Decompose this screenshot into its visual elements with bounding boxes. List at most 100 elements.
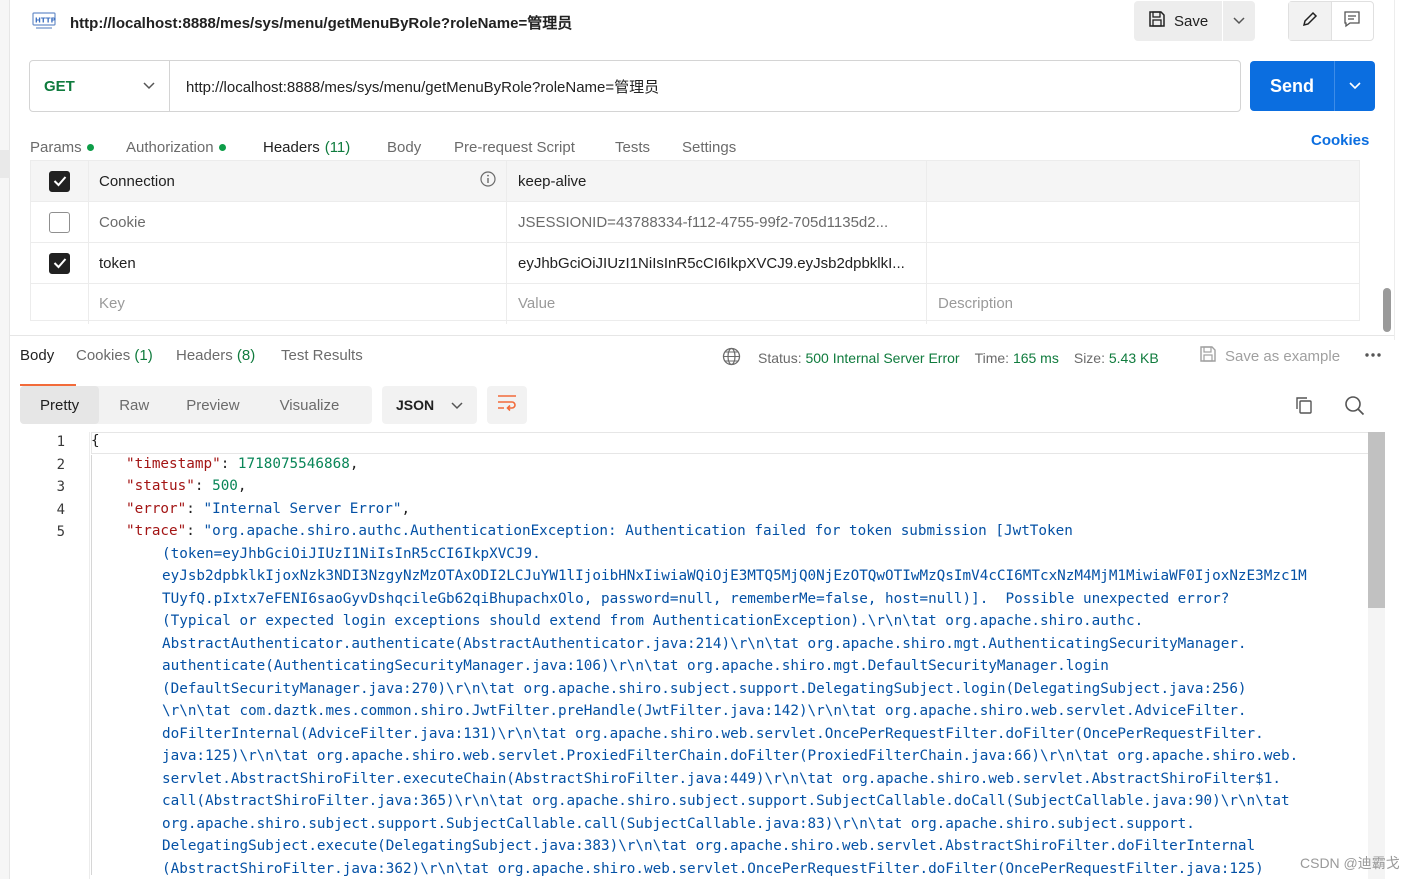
code-wrap-line: (token=eyJhbGciOiJIUzI1NiIsInR5cCI6IkpXV… [162,546,541,562]
json-key: "timestamp" [126,456,221,472]
header-description[interactable] [927,161,1359,201]
size-value[interactable]: 5.43 KB [1109,350,1159,366]
time-value[interactable]: 165 ms [1013,350,1059,366]
code-line: "error": "Internal Server Error", [126,501,411,517]
json-string: "Internal Server Error" [203,501,402,517]
tab-label: Pre-request Script [454,138,575,156]
raw-button[interactable]: Raw [99,386,166,424]
tab-body[interactable]: Body [387,132,454,162]
tab-label: Settings [682,138,737,156]
line-number: 4 [56,502,65,518]
status-value[interactable]: 500 Internal Server Error [805,350,959,366]
more-options-icon[interactable] [1363,345,1383,370]
tab-count: (11) [324,138,351,156]
save-button[interactable]: Save [1134,1,1222,41]
header-value[interactable]: keep-alive [507,161,927,201]
value-placeholder[interactable]: Value [507,283,927,324]
tab-label: Authorization [126,138,214,156]
preview-button[interactable]: Preview [166,386,259,424]
method-select[interactable]: GET [30,61,170,111]
format-label: JSON [396,397,435,413]
code-scrollbar-thumb[interactable] [1368,432,1385,608]
send-button[interactable]: Send [1250,76,1334,97]
left-sidebar-edge [0,0,10,879]
header-key[interactable]: token [89,243,507,283]
tab-label: Body [387,138,422,156]
response-tabs: Body Cookies (1) Headers (8) Test Result… [20,347,381,386]
code-wrap-line: doFilterInternal(AdviceFilter.java:131)\… [162,726,1264,742]
tab-authorization[interactable]: Authorization [126,132,263,162]
tab-headers[interactable]: Headers (11) [263,132,392,170]
cookies-link[interactable]: Cookies [1311,132,1369,149]
tab-response-body[interactable]: Body [20,347,76,386]
edit-button[interactable] [1289,2,1332,40]
send-dropdown-button[interactable] [1335,77,1375,95]
table-row: token eyJhbGciOiJIUzI1NiIsInR5cCI6IkpXVC… [31,243,1359,284]
tab-pre-request-script[interactable]: Pre-request Script [454,132,615,162]
view-mode-segment: Pretty Raw Preview Visualize [20,386,372,424]
tab-tests[interactable]: Tests [615,132,682,162]
code-line: "trace": "org.apache.shiro.authc.Authent… [126,523,1073,539]
method-label: GET [44,77,75,95]
globe-icon[interactable] [722,347,741,369]
response-code-editor[interactable]: 1 2 3 4 5 { "timestamp": 1718075546868, … [20,432,1368,879]
save-icon [1148,10,1166,32]
comments-button[interactable] [1332,2,1374,40]
chevron-down-icon [143,77,155,95]
table-row-new: Key Value Description [31,283,1359,324]
header-checkbox[interactable] [49,170,70,192]
code-wrap-line: call(AbstractShiroFilter.java:365)\r\n\t… [162,793,1290,809]
tab-label: Cookies [76,347,131,364]
tab-label: Body [20,347,55,364]
wrap-lines-button[interactable] [487,386,527,424]
tab-response-cookies[interactable]: Cookies (1) [76,347,176,377]
save-dropdown-button[interactable] [1223,1,1255,41]
header-value[interactable]: JSESSIONID=43788334-f112-4755-99f2-705d1… [507,202,927,242]
json-key: "error" [126,501,187,517]
tab-settings[interactable]: Settings [682,132,762,162]
header-description[interactable] [927,202,1359,242]
header-key[interactable]: Cookie [89,202,507,242]
format-select[interactable]: JSON [382,386,477,424]
wrap-icon [496,393,518,418]
code-wrap-line: AbstractAuthenticator.authenticate(Abstr… [162,636,1247,652]
header-key[interactable]: Connection [99,173,175,190]
copy-icon[interactable] [1294,395,1314,420]
header-checkbox[interactable] [49,211,70,233]
header-value[interactable]: eyJhbGciOiJIUzI1NiIsInR5cCI6IkpXVCJ9.eyJ… [507,243,927,283]
save-as-example-button[interactable]: Save as example [1199,345,1340,367]
code-wrap-line: DelegatingSubject.execute(DelegatingSubj… [162,838,1256,854]
url-input[interactable]: http://localhost:8888/mes/sys/menu/getMe… [170,76,659,97]
chevron-down-icon [451,397,463,413]
save-icon [1199,345,1217,367]
description-placeholder[interactable]: Description [927,283,1359,324]
status-dot [86,143,94,151]
search-icon[interactable] [1344,395,1365,421]
tab-params[interactable]: Params [30,132,126,162]
send-button-group: Send [1250,61,1375,111]
json-key: "status" [126,478,195,494]
time-label: Time: [974,350,1010,366]
tab-label: Tests [615,138,651,156]
line-number: 1 [56,434,65,450]
pretty-button[interactable]: Pretty [20,386,100,424]
code-wrap-line: (Typical or expected login exceptions sh… [162,613,1144,629]
request-title[interactable]: http://localhost:8888/mes/sys/menu/getMe… [70,12,572,33]
code-line: "timestamp": 1718075546868, [126,456,359,472]
tab-count: (1) [134,347,153,364]
tab-response-headers[interactable]: Headers (8) [176,347,281,377]
header-checkbox[interactable] [49,252,70,274]
pane-divider[interactable] [10,335,1394,336]
key-placeholder[interactable]: Key [89,283,507,324]
json-string: "org.apache.shiro.authc.AuthenticationEx… [203,523,1073,539]
info-icon[interactable] [480,171,496,191]
headers-table: Connection keep-alive Cookie JSESSIONID=… [30,160,1360,324]
line-number: 5 [56,524,65,540]
tab-test-results[interactable]: Test Results [281,347,381,377]
header-description[interactable] [927,243,1359,283]
code-line: "status": 500, [126,478,247,494]
visualize-button[interactable]: Visualize [260,386,360,424]
tab-count: (8) [236,347,256,364]
scrollbar-thumb[interactable] [1383,288,1391,332]
json-key: "trace" [126,523,187,539]
